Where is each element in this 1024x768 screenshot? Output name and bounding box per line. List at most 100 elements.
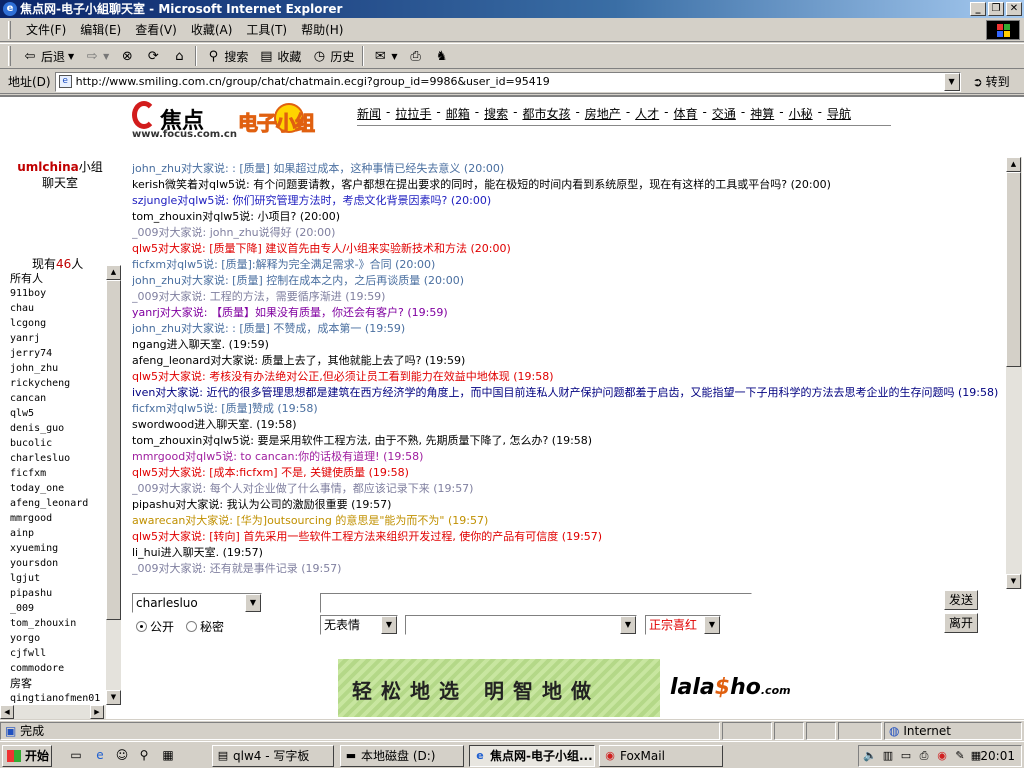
nav-link-traffic[interactable]: 交通 xyxy=(712,105,736,122)
nav-link-guide[interactable]: 导航 xyxy=(827,105,851,122)
user-item[interactable]: 911boy xyxy=(10,286,106,301)
user-item[interactable]: qingtianofmen01 xyxy=(10,691,106,703)
target-user-select[interactable]: charlesluo ▼ xyxy=(132,593,262,613)
back-dropdown-icon[interactable]: ▼ xyxy=(68,52,74,61)
stop-button[interactable]: ⊗ xyxy=(114,45,140,67)
menu-tools[interactable]: 工具(T) xyxy=(239,21,294,38)
user-item[interactable]: cjfwll xyxy=(10,646,106,661)
nav-link-secretary[interactable]: 小秘 xyxy=(789,105,813,122)
expression-select[interactable]: 无表情 ▼ xyxy=(320,615,398,635)
address-field[interactable]: e http://www.smiling.com.cn/group/chat/c… xyxy=(54,71,961,92)
scroll-down-button[interactable]: ▼ xyxy=(1006,574,1021,589)
monitor-icon[interactable]: ▭ xyxy=(899,749,913,763)
user-item[interactable]: afeng_leonard xyxy=(10,496,106,511)
task-local-disk[interactable]: ▬ 本地磁盘 (D:) xyxy=(340,745,464,767)
send-button[interactable]: 发送 xyxy=(944,590,978,610)
user-item[interactable]: charlesluo xyxy=(10,451,106,466)
go-button[interactable]: ➲ 转到 xyxy=(973,73,1010,90)
menu-edit[interactable]: 编辑(E) xyxy=(73,21,128,38)
scroll-thumb[interactable] xyxy=(1006,172,1021,367)
history-button[interactable]: ◷ 历史 xyxy=(306,45,359,67)
user-item[interactable]: yanrj xyxy=(10,331,106,346)
user-item[interactable]: xyueming xyxy=(10,541,106,556)
user-item[interactable]: chau xyxy=(10,301,106,316)
quicklaunch-qq-icon[interactable]: ☺ xyxy=(114,747,130,763)
task-ie-chat[interactable]: e 焦点网-电子小组... xyxy=(469,745,595,767)
quicklaunch-app-icon[interactable]: ▦ xyxy=(160,747,176,763)
menu-file[interactable]: 文件(F) xyxy=(19,21,73,38)
scroll-thumb[interactable] xyxy=(106,280,121,620)
pen-icon[interactable]: ✎ xyxy=(953,749,967,763)
scroll-up-button[interactable]: ▲ xyxy=(1006,157,1021,172)
menu-view[interactable]: 查看(V) xyxy=(128,21,184,38)
ad-banner[interactable]: 轻松地选 明智地做 lala$ho.com xyxy=(338,659,798,717)
nav-link-sports[interactable]: 体育 xyxy=(674,105,698,122)
print-button[interactable]: ⎙ xyxy=(403,45,429,67)
quicklaunch-search-icon[interactable]: ⚲ xyxy=(136,747,152,763)
home-button[interactable]: ⌂ xyxy=(166,45,192,67)
favorites-button[interactable]: ▤ 收藏 xyxy=(253,45,306,67)
user-item[interactable]: ainp xyxy=(10,526,106,541)
forward-dropdown-icon[interactable]: ▼ xyxy=(103,52,109,61)
menu-favorites[interactable]: 收藏(A) xyxy=(184,21,240,38)
mail-dropdown-icon[interactable]: ▼ xyxy=(391,52,397,61)
network-icon[interactable]: ▥ xyxy=(881,749,895,763)
nav-link-search[interactable]: 搜索 xyxy=(484,105,508,122)
close-button[interactable]: ✕ xyxy=(1006,2,1022,16)
user-item[interactable]: mmrgood xyxy=(10,511,106,526)
address-dropdown-button[interactable]: ▼ xyxy=(943,72,960,91)
nav-link-real-estate[interactable]: 房地产 xyxy=(585,105,621,122)
radio-public[interactable]: 公开 xyxy=(136,618,174,635)
chevron-down-icon[interactable]: ▼ xyxy=(381,616,397,634)
minimize-button[interactable]: _ xyxy=(970,2,986,16)
user-item[interactable]: lgjut xyxy=(10,571,106,586)
nav-link-news[interactable]: 新闻 xyxy=(357,105,381,122)
user-item[interactable]: yoursdon xyxy=(10,556,106,571)
group-logo[interactable]: 电子小组 xyxy=(238,103,340,137)
user-item[interactable]: pipashu xyxy=(10,586,106,601)
nav-link-talent[interactable]: 人才 xyxy=(635,105,659,122)
nav-link-fortune[interactable]: 神算 xyxy=(750,105,774,122)
message-input[interactable] xyxy=(320,593,752,613)
scroll-up-button[interactable]: ▲ xyxy=(106,265,121,280)
radio-public-dot[interactable] xyxy=(136,621,147,632)
user-item[interactable]: ficfxm xyxy=(10,466,106,481)
task-wordpad[interactable]: ▤ qlw4 - 写字板 xyxy=(212,745,334,767)
radio-private[interactable]: 秘密 xyxy=(186,618,224,635)
chat-scrollbar[interactable]: ▲ ▼ xyxy=(1006,157,1022,589)
printer-icon[interactable]: ⎙ xyxy=(917,749,931,763)
user-item[interactable]: _009 xyxy=(10,601,106,616)
user-item[interactable]: john_zhu xyxy=(10,361,106,376)
user-item-all[interactable]: 所有人 xyxy=(10,271,106,286)
user-list-hscrollbar[interactable]: ◀ ▶ xyxy=(0,705,106,719)
quicklaunch-desktop-icon[interactable]: ▭ xyxy=(68,747,84,763)
user-item[interactable]: tom_zhouxin xyxy=(10,616,106,631)
user-item[interactable]: denis_guo xyxy=(10,421,106,436)
user-list-scrollbar[interactable]: ▲ ▼ xyxy=(106,265,121,705)
user-item[interactable]: cancan xyxy=(10,391,106,406)
user-item[interactable]: bucolic xyxy=(10,436,106,451)
refresh-button[interactable]: ⟳ xyxy=(140,45,166,67)
leave-button[interactable]: 离开 xyxy=(944,613,978,633)
user-item[interactable]: rickycheng xyxy=(10,376,106,391)
chevron-down-icon[interactable]: ▼ xyxy=(704,616,720,634)
user-item[interactable]: today_one xyxy=(10,481,106,496)
start-button[interactable]: 开始 xyxy=(2,745,52,767)
nav-link-lalashou[interactable]: 拉拉手 xyxy=(395,105,431,122)
radio-private-dot[interactable] xyxy=(186,621,197,632)
search-button[interactable]: ⚲ 搜索 xyxy=(200,45,253,67)
focus-logo[interactable]: 焦点 www.focus.com.cn xyxy=(132,101,237,141)
scroll-right-button[interactable]: ▶ xyxy=(90,705,104,719)
menu-help[interactable]: 帮助(H) xyxy=(294,21,350,38)
user-item[interactable]: jerry74 xyxy=(10,346,106,361)
color-select[interactable]: 正宗喜红 ▼ xyxy=(645,615,721,635)
chevron-down-icon[interactable]: ▼ xyxy=(245,594,261,612)
chevron-down-icon[interactable]: ▼ xyxy=(620,616,636,634)
action-select[interactable]: ▼ xyxy=(405,615,637,635)
messenger-button[interactable]: ♞ xyxy=(429,45,455,67)
scroll-left-button[interactable]: ◀ xyxy=(0,705,14,719)
restore-button[interactable]: ❐ xyxy=(988,2,1004,16)
user-item[interactable]: yorgo xyxy=(10,631,106,646)
scroll-down-button[interactable]: ▼ xyxy=(106,690,121,705)
forward-button[interactable]: ⇨ ▼ xyxy=(79,45,114,67)
